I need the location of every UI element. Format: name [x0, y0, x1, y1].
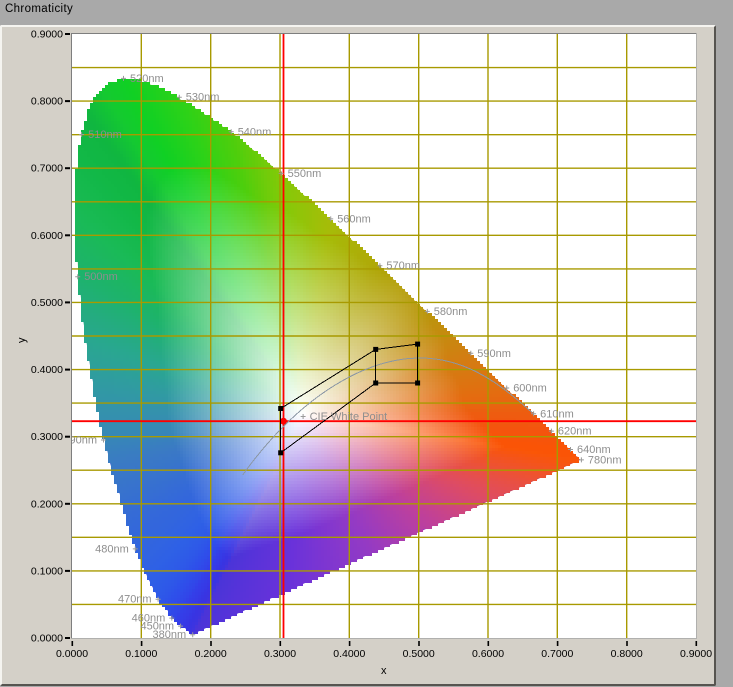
svg-text:y: y: [16, 337, 28, 343]
svg-text:600nm: 600nm: [513, 383, 547, 395]
svg-text:540nm: 540nm: [238, 126, 272, 138]
svg-text:560nm: 560nm: [337, 213, 371, 225]
svg-text:0.5000: 0.5000: [31, 297, 63, 309]
svg-text:510nm: 510nm: [88, 129, 122, 141]
svg-text:0.5000: 0.5000: [403, 648, 435, 660]
svg-text:0.7000: 0.7000: [31, 163, 63, 175]
svg-text:0.8000: 0.8000: [611, 648, 643, 660]
svg-text:460nm: 460nm: [132, 613, 166, 625]
svg-text:470nm: 470nm: [118, 594, 152, 606]
svg-text:0.7000: 0.7000: [541, 648, 573, 660]
svg-text:0.9000: 0.9000: [680, 648, 712, 660]
svg-text:x: x: [381, 665, 387, 677]
svg-text:0.3000: 0.3000: [264, 648, 296, 660]
svg-text:0.6000: 0.6000: [31, 230, 63, 242]
svg-text:0.8000: 0.8000: [31, 96, 63, 108]
svg-text:480nm: 480nm: [95, 543, 129, 555]
svg-text:0.4000: 0.4000: [31, 364, 63, 376]
svg-text:500nm: 500nm: [84, 271, 118, 283]
svg-text:0.1000: 0.1000: [31, 565, 63, 577]
svg-text:0.2000: 0.2000: [195, 648, 227, 660]
svg-text:0.0000: 0.0000: [31, 633, 63, 645]
svg-text:570nm: 570nm: [386, 260, 420, 272]
svg-text:550nm: 550nm: [288, 168, 322, 180]
svg-text:0.9000: 0.9000: [31, 29, 63, 41]
svg-text:610nm: 610nm: [540, 408, 574, 420]
svg-text:620nm: 620nm: [558, 426, 592, 438]
svg-text:0.2000: 0.2000: [31, 498, 63, 510]
svg-text:0.6000: 0.6000: [472, 648, 504, 660]
svg-text:590nm: 590nm: [477, 348, 511, 360]
svg-text:520nm: 520nm: [130, 73, 164, 85]
svg-text:0.3000: 0.3000: [31, 431, 63, 443]
svg-text:0.1000: 0.1000: [125, 648, 157, 660]
svg-text:CIE White Point: CIE White Point: [310, 411, 388, 423]
svg-text:580nm: 580nm: [434, 306, 468, 318]
svg-text:0.4000: 0.4000: [333, 648, 365, 660]
svg-text:0.0000: 0.0000: [56, 648, 88, 660]
svg-text:530nm: 530nm: [186, 92, 220, 104]
svg-text:780nm: 780nm: [588, 454, 622, 466]
